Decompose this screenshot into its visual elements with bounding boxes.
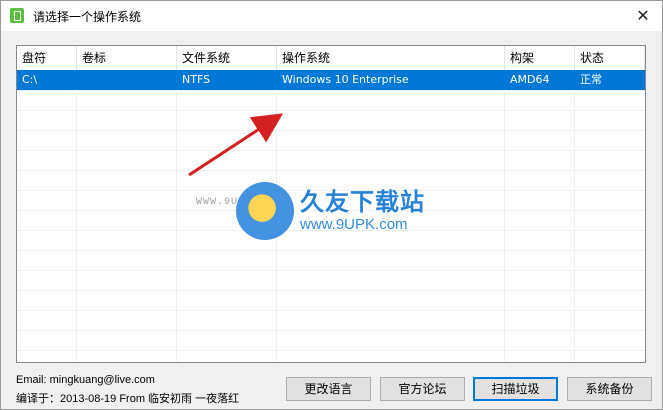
title-bar: 请选择一个操作系统 ✕ (1, 1, 662, 31)
close-button[interactable]: ✕ (625, 1, 661, 31)
watermark-logo-icon (236, 182, 294, 240)
window-title: 请选择一个操作系统 (33, 10, 142, 24)
official-forum-button[interactable]: 官方论坛 (380, 377, 465, 401)
watermark-url: www.9UPK.com (300, 216, 408, 233)
system-backup-button[interactable]: 系统备份 (567, 377, 652, 401)
email-label: Email: mingkuang@live.com (16, 374, 155, 386)
compile-info: 编译于：2013-08-19 From 临安初雨 一夜落红 (16, 393, 240, 405)
watermark: WWW.9UPK.COM 久友下载站 www.9UPK.com (196, 180, 446, 252)
dialog-window: 请选择一个操作系统 ✕ 盘符 卷标 文件系统 操作系统 构架 状态 C:\ NT… (0, 0, 663, 410)
change-language-button[interactable]: 更改语言 (286, 377, 371, 401)
app-icon (10, 8, 24, 23)
scan-junk-button[interactable]: 扫描垃圾 (473, 377, 558, 401)
watermark-title: 久友下载站 (300, 188, 425, 216)
os-list[interactable]: 盘符 卷标 文件系统 操作系统 构架 状态 C:\ NTFS Windows 1… (16, 45, 646, 363)
